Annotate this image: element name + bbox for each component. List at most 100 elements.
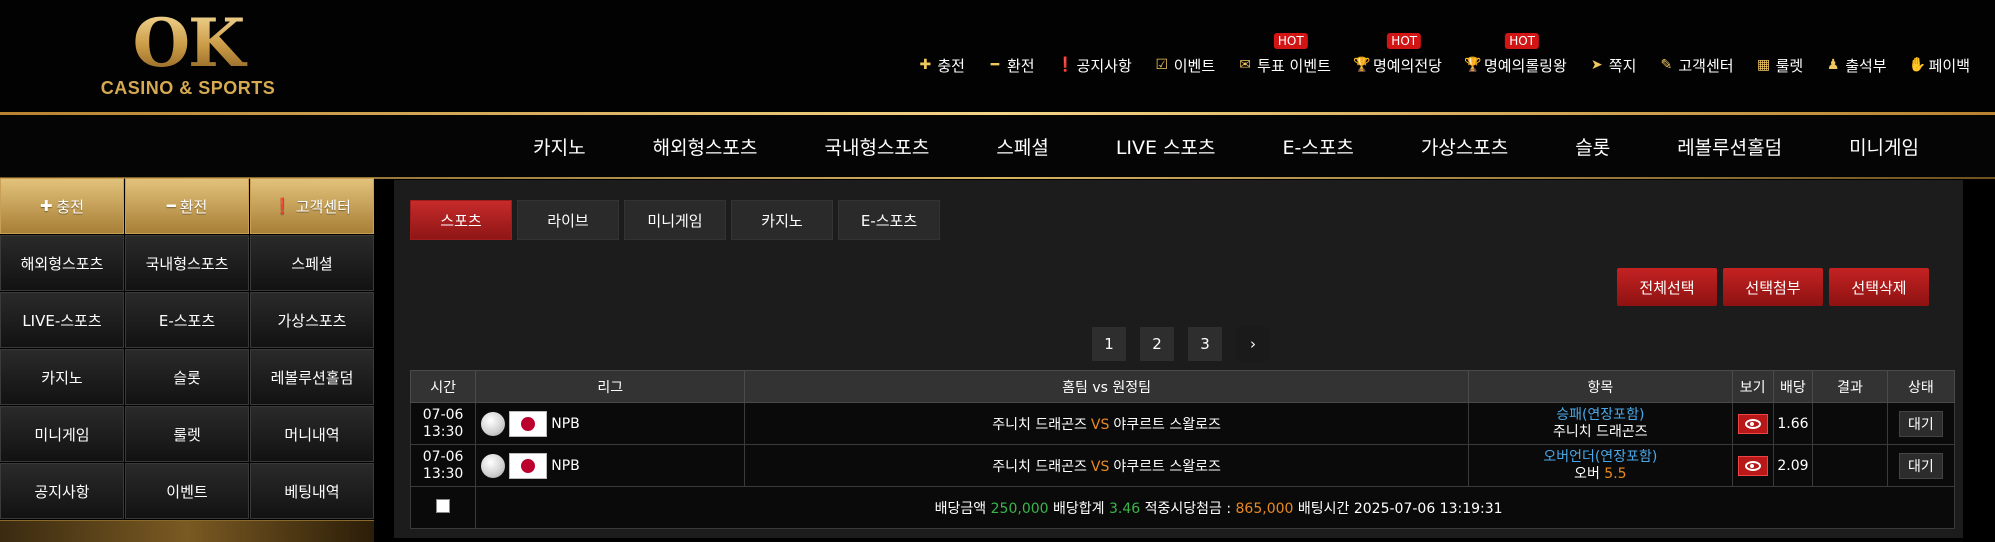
sidebar-menu-button[interactable]: 머니내역	[250, 406, 374, 462]
main-nav-item[interactable]: 슬롯	[1575, 133, 1610, 160]
main-nav-item[interactable]: 스페셜	[996, 133, 1048, 160]
japan-flag-icon	[509, 410, 548, 437]
view-button[interactable]	[1737, 455, 1768, 476]
bet-type: 승패(연장포함)	[1556, 406, 1645, 423]
sidebar-quick-button[interactable]: ✚ 충전	[0, 178, 124, 234]
baseball-icon	[481, 411, 506, 436]
page-button[interactable]: 2	[1140, 327, 1174, 361]
attach-selected-button[interactable]: 선택첨부	[1723, 268, 1823, 306]
view-button[interactable]	[1737, 413, 1768, 434]
sidebar-menu-button[interactable]: 가상스포츠	[250, 292, 374, 348]
summary-cell: 배당금액 250,000 배당합계 3.46 적중시당첨금 : 865,000 …	[475, 486, 1955, 529]
sidebar-menu-button[interactable]: LIVE-스포츠	[0, 292, 124, 348]
topnav-item[interactable]: ━ 환전	[976, 52, 1046, 78]
main-nav-item[interactable]: E-스포츠	[1283, 133, 1354, 160]
sidebar-menu-button[interactable]: 룰렛	[125, 406, 249, 462]
sidebar-menu-button[interactable]: 레볼루션홀덤	[250, 349, 374, 405]
sidebar-menu-button[interactable]: 카지노	[0, 349, 124, 405]
sidebar-banner[interactable]	[0, 520, 374, 542]
topnav-label: 이벤트	[1173, 56, 1216, 75]
column-header: 상태	[1886, 370, 1956, 403]
view-cell	[1731, 444, 1774, 487]
sidebar-menu-button[interactable]: 공지사항	[0, 463, 124, 519]
checkbox-cell	[409, 486, 477, 529]
bet-line: 5.5	[1604, 465, 1627, 482]
main-nav-item[interactable]: 가상스포츠	[1421, 133, 1508, 160]
topnav-item[interactable]: ☑ 이벤트	[1143, 52, 1226, 78]
sidebar-quick-row: ✚ 충전 ━ 환전 ❗ 고객센터	[0, 178, 374, 234]
trophy-icon: 🏆	[1352, 57, 1371, 73]
topnav-item[interactable]: ▦ 룰렛	[1745, 52, 1815, 78]
column-header: 결과	[1812, 370, 1888, 403]
main-nav-item[interactable]: 레볼루션홀덤	[1677, 133, 1782, 160]
topnav-label: 명예의전당	[1372, 56, 1442, 75]
tab-4[interactable]: E-스포츠	[838, 200, 940, 240]
home-team: 주니치 드래곤즈	[992, 458, 1087, 475]
logo-mark: OK	[100, 10, 276, 76]
main-nav-item[interactable]: LIVE 스포츠	[1116, 133, 1216, 160]
select-checkbox[interactable]	[435, 498, 450, 513]
logo-subtitle: CASINO & SPORTS	[100, 78, 276, 98]
page-button[interactable]: 1	[1092, 327, 1126, 361]
status-badge[interactable]: 대기	[1898, 410, 1943, 437]
tab-1[interactable]: 라이브	[517, 200, 619, 240]
topnav-item[interactable]: 🏆 명예의전당 HOT	[1342, 33, 1453, 78]
sidebar-menu-button[interactable]: 슬롯	[125, 349, 249, 405]
minus-icon: ━	[166, 197, 176, 215]
hot-badge: HOT	[1387, 33, 1422, 49]
sidebar-menu-button[interactable]: E-스포츠	[125, 292, 249, 348]
topnav-item[interactable]: ♟ 출석부	[1814, 52, 1897, 78]
topnav-item[interactable]: ✎ 고객센터	[1647, 52, 1744, 78]
hot-badge: HOT	[1505, 33, 1540, 49]
topnav-label: 투표 이벤트	[1257, 56, 1331, 75]
topnav-item[interactable]: 🏆 명예의롤링왕 HOT	[1453, 33, 1578, 78]
bet-history-panel: 스포츠 라이브 미니게임 카지노 E-스포츠 전체선택 선택첨부 선택삭제 1 2 3 › 시간 리…	[394, 180, 1963, 538]
site-logo[interactable]: OK CASINO & SPORTS	[100, 10, 276, 106]
tab-2[interactable]: 미니게임	[624, 200, 726, 240]
next-page-icon[interactable]: ›	[1236, 327, 1270, 361]
select-all-button[interactable]: 전체선택	[1617, 268, 1717, 306]
topnav-item[interactable]: ✉ 투표 이벤트 HOT	[1226, 33, 1342, 78]
table-row[interactable]: 07-06 13:30 NPB 주니치 드래곤즈 VS 야쿠르트 스왈로즈 오버언더(연장포…	[409, 444, 1956, 487]
topnav-item[interactable]: ✋ 페이백	[1898, 52, 1981, 78]
sidebar-menu-button[interactable]: 베팅내역	[250, 463, 374, 519]
page-button[interactable]: 3	[1188, 327, 1222, 361]
sidebar-row: 해외형스포츠 국내형스포츠 스페셜	[0, 235, 374, 291]
tab-3[interactable]: 카지노	[731, 200, 833, 240]
topnav-item[interactable]: ❗ 공지사항	[1046, 52, 1143, 78]
home-team: 주니치 드래곤즈	[992, 416, 1087, 433]
sidebar-menu-button[interactable]: 해외형스포츠	[0, 235, 124, 291]
tab-0[interactable]: 스포츠	[410, 200, 512, 240]
status-badge[interactable]: 대기	[1898, 452, 1943, 479]
match-cell: 주니치 드래곤즈 VS 야쿠르트 스왈로즈	[744, 444, 1469, 487]
vote-icon: ✉	[1239, 57, 1252, 73]
main-nav-item[interactable]: 카지노	[533, 133, 585, 160]
sidebar-quick-button[interactable]: ━ 환전	[125, 178, 249, 234]
delete-selected-button[interactable]: 선택삭제	[1829, 268, 1929, 306]
league-info: NPB	[477, 410, 743, 437]
alert-circle-icon: ❗	[273, 197, 292, 215]
main-nav-item[interactable]: 국내형스포츠	[824, 133, 929, 160]
main-nav-item[interactable]: 미니게임	[1849, 133, 1919, 160]
bet-table: 시간 리그 홈팀 vs 원정팀 항목 보기 배당 결과 상태 07-06 13:30 NPB 주니치…	[409, 370, 1956, 529]
column-header: 시간	[409, 370, 477, 403]
eye-icon	[1744, 460, 1761, 471]
table-row[interactable]: 07-06 13:30 NPB 주니치 드래곤즈 VS 야쿠르트 스왈로즈 승패(연장포함)…	[409, 402, 1956, 445]
sidebar-row: LIVE-스포츠 E-스포츠 가상스포츠	[0, 292, 374, 348]
main-nav-item[interactable]: 해외형스포츠	[653, 133, 758, 160]
plus-icon: ✚	[919, 57, 932, 73]
view-cell	[1731, 402, 1774, 445]
sidebar-menu-button[interactable]: 스페셜	[250, 235, 374, 291]
topnav-item[interactable]: ✚ 충전	[906, 52, 976, 78]
match-time: 13:30	[422, 465, 464, 482]
league-name: NPB	[551, 415, 580, 432]
sidebar-menu-button[interactable]: 국내형스포츠	[125, 235, 249, 291]
sidebar-menu-button[interactable]: 미니게임	[0, 406, 124, 462]
bet-selection-line: 오버 5.5	[1470, 466, 1731, 483]
league-cell: NPB	[475, 402, 746, 445]
sidebar-menu-button[interactable]: 이벤트	[125, 463, 249, 519]
match-date: 07-06	[422, 406, 464, 423]
bet-time-label: 배팅시간	[1297, 500, 1350, 517]
sidebar-quick-button[interactable]: ❗ 고객센터	[250, 178, 374, 234]
topnav-item[interactable]: ➤ 쪽지	[1578, 52, 1648, 78]
